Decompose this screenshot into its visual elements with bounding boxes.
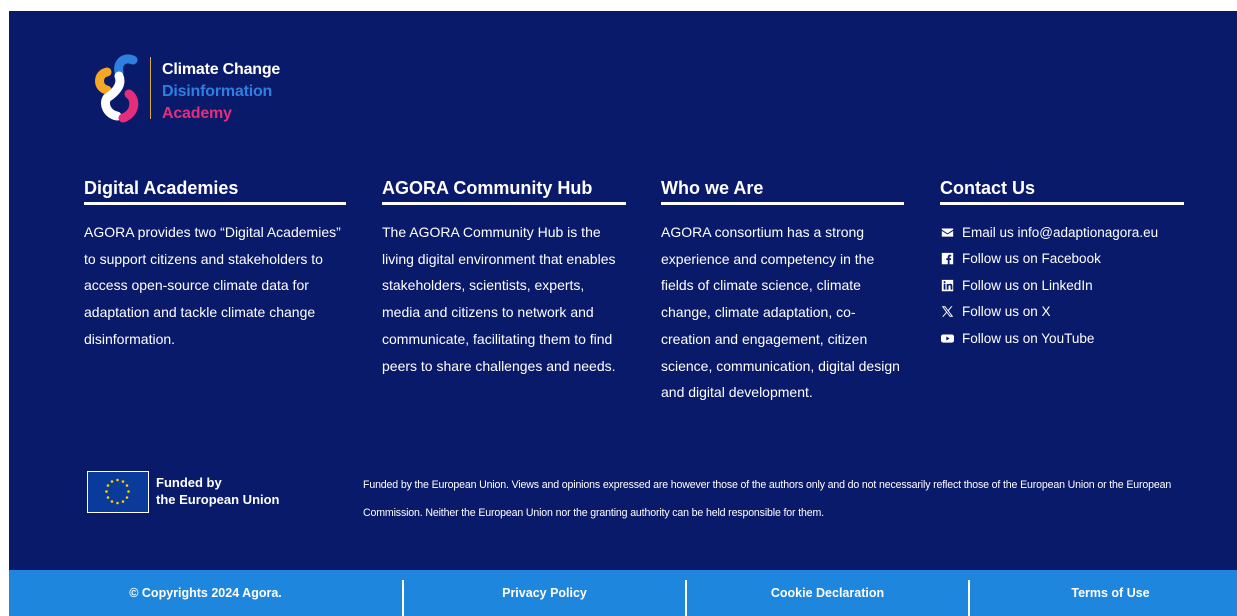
cookie-declaration-link[interactable]: Cookie Declaration [687, 570, 968, 616]
community-hub-text: The AGORA Community Hub is the living di… [382, 224, 616, 374]
contact-x[interactable]: Follow us on X [940, 299, 1184, 326]
contact-linkedin[interactable]: Follow us on LinkedIn [940, 272, 1184, 299]
logo-line-2: Disinformation [162, 83, 273, 100]
footer-main: Climate Change Disinformation Academy Di… [9, 11, 1237, 570]
bottom-bar: © Copyrights 2024 Agora. Privacy Policy … [9, 570, 1237, 616]
contact-email-link[interactable]: Email us info@adaptionagora.eu [962, 225, 1158, 240]
logo-line-3: Academy [162, 105, 232, 122]
community-hub-heading: AGORA Community Hub [382, 177, 626, 205]
community-hub-column: AGORA Community Hub The AGORA Community … [382, 177, 626, 379]
eu-flag-icon [87, 471, 149, 513]
logo-text: Climate Change Disinformation Academy [162, 59, 280, 125]
digital-academies-text: AGORA provides two “Digital Academies” t… [84, 224, 341, 347]
eu-disclaimer: Funded by the European Union. Views and … [363, 479, 1172, 519]
eu-funding-line-2: the European Union [156, 492, 280, 507]
envelope-icon [940, 225, 954, 239]
contact-youtube[interactable]: Follow us on YouTube [940, 325, 1184, 352]
academy-logo-icon [95, 54, 139, 123]
contact-x-link[interactable]: Follow us on X [962, 304, 1051, 319]
contact-us-heading: Contact Us [940, 177, 1184, 205]
digital-academies-column: Digital Academies AGORA provides two “Di… [84, 177, 346, 353]
digital-academies-heading: Digital Academies [84, 177, 346, 205]
contact-us-column: Contact Us Email us info@adaptionagora.e… [940, 177, 1184, 352]
contact-facebook-link[interactable]: Follow us on Facebook [962, 251, 1101, 266]
logo-line-1: Climate Change [162, 61, 281, 78]
contact-list: Email us info@adaptionagora.eu Follow us… [940, 219, 1184, 352]
contact-linkedin-link[interactable]: Follow us on LinkedIn [962, 278, 1093, 293]
site-logo[interactable]: Climate Change Disinformation Academy [93, 54, 323, 134]
linkedin-icon [940, 278, 954, 292]
who-we-are-heading: Who we Are [661, 177, 904, 205]
privacy-policy-link[interactable]: Privacy Policy [404, 570, 685, 616]
facebook-icon [940, 252, 954, 266]
eu-funding-label: Funded by the European Union [156, 474, 280, 508]
contact-youtube-link[interactable]: Follow us on YouTube [962, 331, 1094, 346]
eu-funding-line-1: Funded by [156, 475, 222, 490]
contact-facebook[interactable]: Follow us on Facebook [940, 246, 1184, 273]
logo-divider [150, 57, 151, 119]
terms-of-use-link[interactable]: Terms of Use [970, 570, 1237, 616]
copyright-text: © Copyrights 2024 Agora. [129, 586, 282, 600]
x-icon [940, 305, 954, 319]
contact-email[interactable]: Email us info@adaptionagora.eu [940, 219, 1184, 246]
who-we-are-text: AGORA consortium has a strong experience… [661, 224, 900, 401]
who-we-are-column: Who we Are AGORA consortium has a strong… [661, 177, 904, 406]
youtube-icon [940, 331, 954, 345]
